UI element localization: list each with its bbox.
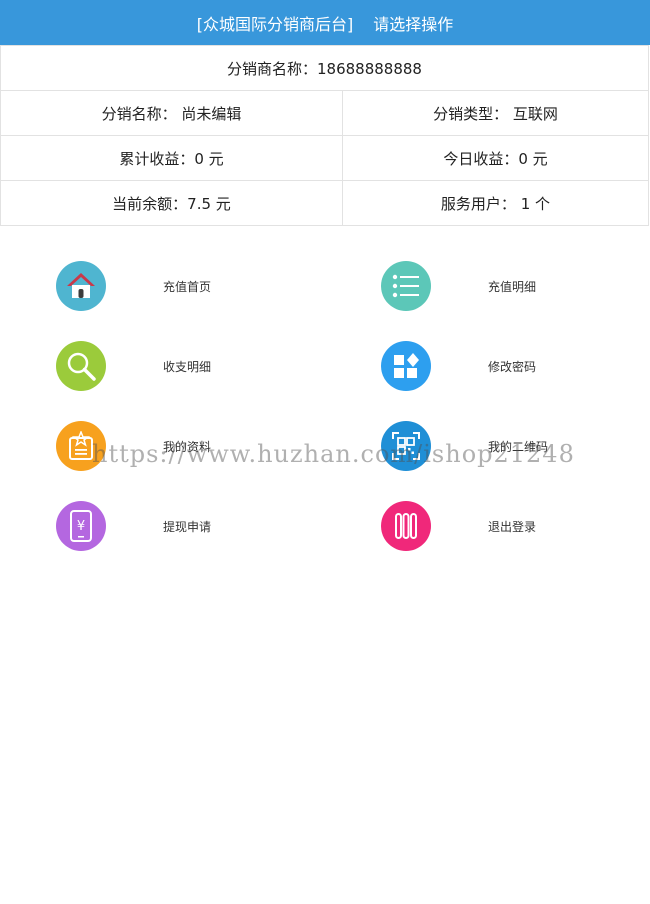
- recharge-detail-label: 充值明细: [488, 279, 537, 294]
- menu-item-logout[interactable]: 退出登录: [381, 496, 650, 556]
- header-title: [众城国际分销商后台]: [196, 14, 354, 34]
- change-password-label: 修改密码: [488, 359, 537, 374]
- today-income: 今日收益：0 元: [341, 135, 650, 181]
- search-icon: [56, 341, 106, 391]
- distributor-type: 分销类型： 互联网: [341, 90, 650, 136]
- total-income: 累计收益：0 元: [0, 135, 343, 181]
- header-bar: [众城国际分销商后台] 请选择操作: [0, 0, 650, 45]
- withdraw-icon: ¥: [56, 501, 106, 551]
- watermark-text: https://www.huzhan.com/ishop21248: [92, 440, 575, 468]
- list-icon: [381, 261, 431, 311]
- income-detail-label: 收支明细: [163, 359, 212, 374]
- svg-text:¥: ¥: [77, 519, 85, 534]
- service-users: 服务用户： 1 个: [341, 180, 650, 226]
- menu-item-recharge-detail[interactable]: 充值明细: [381, 256, 650, 316]
- withdraw-apply-label: 提现申请: [163, 519, 212, 534]
- menu-item-change-password[interactable]: 修改密码: [381, 336, 650, 396]
- distributor-info-table: 分销商名称：18688888888 分销名称： 尚未编辑 分销类型： 互联网 累…: [0, 45, 650, 226]
- home-icon: [56, 261, 106, 311]
- logout-label: 退出登录: [488, 519, 537, 534]
- current-balance: 当前余额：7.5 元: [0, 180, 343, 226]
- header-subtitle: 请选择操作: [373, 14, 454, 34]
- recharge-home-label: 充值首页: [163, 279, 212, 294]
- password-icon: [381, 341, 431, 391]
- menu-item-withdraw-apply[interactable]: ¥ 提现申请: [56, 496, 356, 556]
- distributor-name: 分销名称： 尚未编辑: [0, 90, 343, 136]
- logout-icon: [381, 501, 431, 551]
- menu-item-recharge-home[interactable]: 充值首页: [56, 256, 356, 316]
- menu-item-income-detail[interactable]: 收支明细: [56, 336, 356, 396]
- distributor-account: 分销商名称：18688888888: [0, 45, 649, 91]
- menu-grid: 充值首页 充值明细 收支明细 修改密码 我的资料 我的二维码 ¥ 提现申请 退出…: [0, 226, 650, 556]
